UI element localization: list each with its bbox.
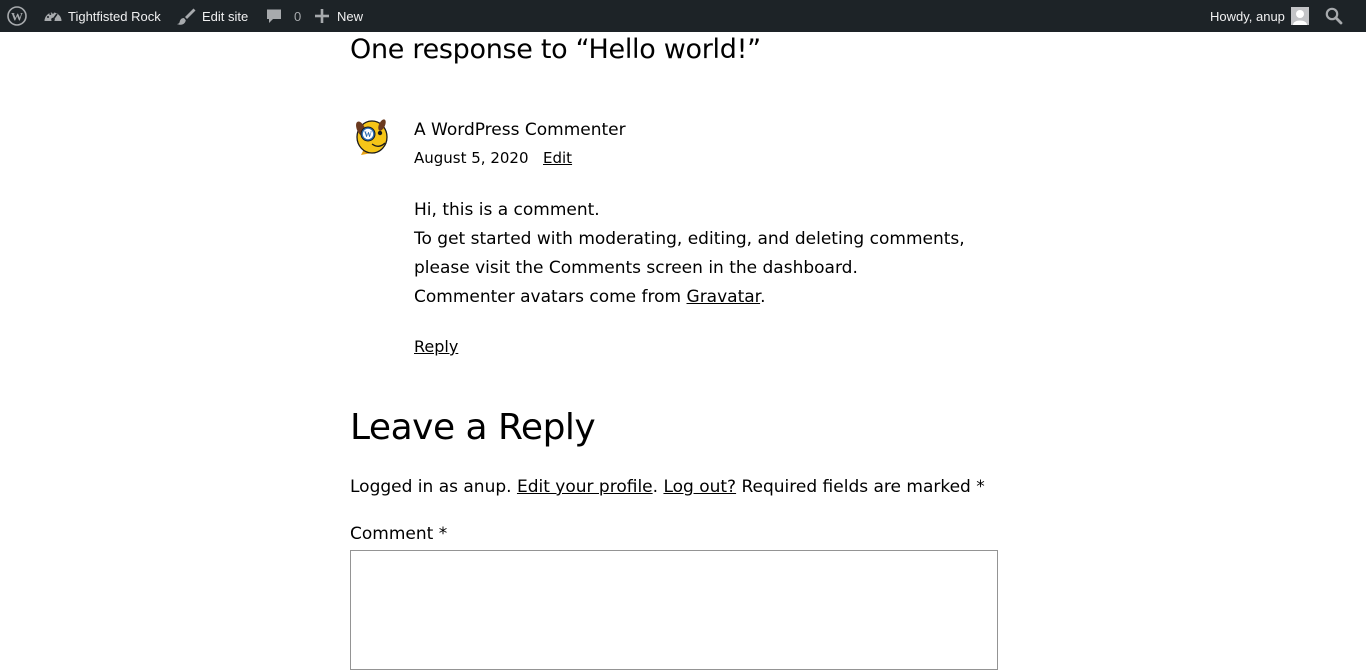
gravatar-link[interactable]: Gravatar	[687, 287, 761, 307]
comment-text: Commenter avatars come from	[414, 287, 687, 307]
separator-text: .	[652, 477, 664, 497]
comment-line: To get started with moderating, editing,…	[414, 229, 965, 278]
wordpress-logo-menu[interactable]: W	[7, 0, 27, 32]
comment-body: Hi, this is a comment. To get started wi…	[414, 196, 1004, 312]
comments-count: 0	[294, 8, 302, 24]
svg-text:W: W	[364, 130, 372, 139]
logged-in-notice: Logged in as anup. Edit your profile. Lo…	[350, 477, 985, 497]
required-fields-note: Required fields are marked *	[736, 477, 985, 497]
greeting-label: Howdy, anup	[1210, 8, 1285, 24]
comment-line: Hi, this is a comment.	[414, 200, 600, 220]
comment-line: Commenter avatars come from Gravatar.	[414, 283, 1004, 312]
new-content-menu[interactable]: New	[312, 0, 363, 32]
edit-profile-link[interactable]: Edit your profile	[517, 477, 653, 497]
comment-author: A WordPress Commenter	[414, 120, 626, 140]
dashboard-gauge-icon	[43, 6, 63, 26]
svg-text:W: W	[11, 9, 23, 23]
comment-bubble-icon	[264, 6, 284, 26]
comment-edit-link[interactable]: Edit	[543, 149, 572, 167]
edit-site-link[interactable]: Edit site	[176, 0, 248, 32]
reply-link[interactable]: Reply	[414, 337, 458, 356]
log-out-link[interactable]: Log out?	[663, 477, 736, 497]
comment-textarea[interactable]	[350, 550, 998, 670]
user-avatar	[1290, 7, 1309, 25]
comments-title: One response to “Hello world!”	[350, 34, 761, 65]
search-toggle[interactable]	[1324, 0, 1344, 32]
comments-menu[interactable]: 0	[264, 0, 301, 32]
comment-text: .	[760, 287, 766, 307]
site-name-menu[interactable]: Tightfisted Rock	[43, 0, 161, 32]
comment-field-label: Comment *	[350, 524, 448, 544]
commenter-avatar: W	[352, 116, 390, 156]
site-name-label: Tightfisted Rock	[68, 8, 161, 24]
comment-date[interactable]: August 5, 2020	[414, 149, 529, 167]
wordpress-logo-icon: W	[7, 6, 27, 26]
brush-icon	[176, 6, 196, 26]
logged-in-text: Logged in as anup.	[350, 477, 517, 497]
reply-title: Leave a Reply	[350, 407, 596, 448]
my-account-menu[interactable]: Howdy, anup	[1210, 0, 1309, 32]
edit-site-label: Edit site	[202, 8, 249, 24]
admin-bar: W Tightfisted Rock Edit site 0 New Howdy…	[0, 0, 1366, 32]
plus-icon	[312, 6, 332, 26]
new-label: New	[337, 8, 364, 24]
search-icon	[1324, 6, 1344, 26]
